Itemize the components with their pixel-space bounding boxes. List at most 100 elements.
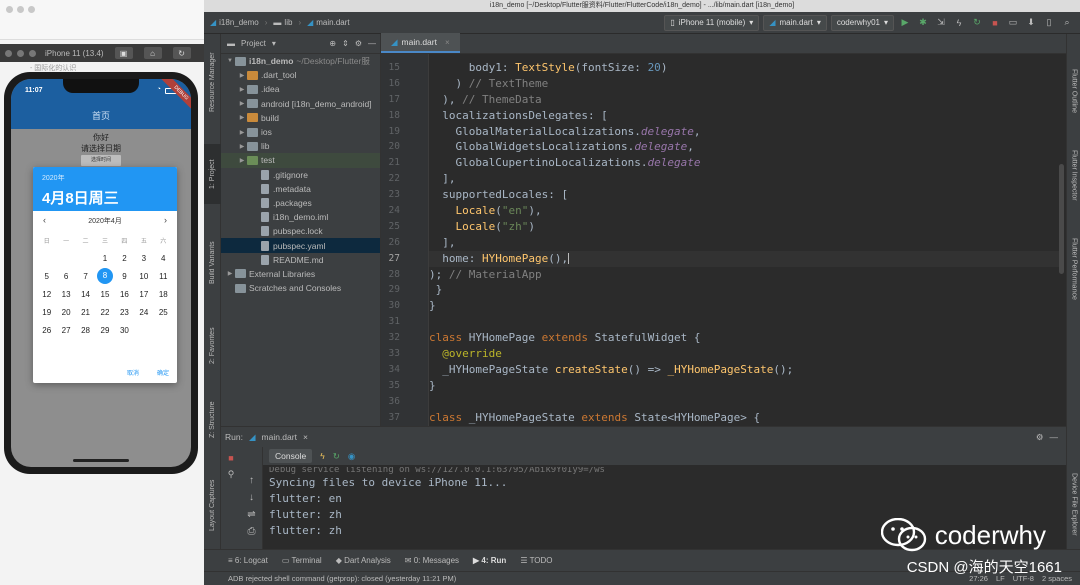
run-config-selector[interactable]: ◢ main.dart ▾ — [763, 14, 827, 31]
calendar-day[interactable]: 20 — [56, 308, 75, 317]
tree-item[interactable]: README.md — [221, 253, 380, 267]
tab-resource-manager[interactable]: Resource Manager — [204, 38, 221, 126]
calendar-day[interactable]: 14 — [76, 290, 95, 299]
calendar-day[interactable]: 6 — [56, 272, 75, 281]
debug-icon[interactable]: ✱ — [916, 16, 930, 30]
picker-year[interactable]: 2020年 — [42, 173, 168, 183]
gear-icon[interactable]: ⚙ — [1036, 432, 1044, 443]
bottom-tab[interactable]: ▭ Terminal — [282, 556, 322, 565]
screenshot-icon[interactable]: ▣ — [114, 47, 133, 59]
minimize-dot[interactable] — [17, 49, 24, 57]
chevron-right-icon[interactable]: ▶ — [237, 114, 247, 121]
tree-item[interactable]: ▶ build — [221, 111, 380, 125]
breadcrumb-file[interactable]: ◢ main.dart — [307, 18, 350, 27]
devtools-icon[interactable]: ◉ — [348, 451, 355, 462]
tab-favorites[interactable]: 2: Favorites — [204, 314, 221, 378]
cancel-button[interactable]: 取消 — [127, 368, 139, 377]
close-icon[interactable]: × — [445, 38, 450, 47]
tree-item[interactable]: ▶ ios — [221, 125, 380, 139]
calendar-day[interactable]: 22 — [95, 308, 114, 317]
calendar-day[interactable]: 29 — [95, 326, 114, 335]
home-icon[interactable]: ⌂ — [143, 47, 162, 59]
attach-icon[interactable]: ⇲ — [934, 16, 948, 30]
chevron-right-icon[interactable]: ▶ — [237, 129, 247, 136]
calendar-day[interactable]: 11 — [154, 272, 173, 281]
stop-icon[interactable]: ■ — [988, 16, 1002, 30]
close-dot[interactable] — [5, 49, 12, 57]
tree-item[interactable]: .packages — [221, 196, 380, 210]
chevron-right-icon[interactable]: ▶ — [237, 72, 247, 79]
zoom-dot[interactable] — [29, 49, 36, 57]
pin-icon[interactable]: ⚲ — [228, 469, 235, 480]
calendar-day[interactable]: 5 — [37, 272, 56, 281]
chevron-down-icon[interactable]: ▾ — [272, 39, 276, 48]
arrow-up-icon[interactable]: ↑ — [249, 475, 254, 486]
avd-manager-icon[interactable]: ▯ — [1042, 16, 1056, 30]
chevron-right-icon[interactable]: ▶ — [237, 100, 247, 107]
calendar-day[interactable]: 12 — [37, 290, 56, 299]
tree-item[interactable]: pubspec.lock — [221, 224, 380, 238]
gear-icon[interactable]: ⚙ — [355, 39, 362, 48]
tree-item[interactable]: i18n_demo.iml — [221, 210, 380, 224]
code-area[interactable]: body1: TextStyle(fontSize: 20) ) // Text… — [429, 54, 1059, 426]
device-selector[interactable]: ▯ iPhone 11 (mobile) ▾ — [664, 14, 760, 31]
tree-item[interactable]: .metadata — [221, 182, 380, 196]
tab-structure[interactable]: Z: Structure — [204, 390, 221, 450]
tab-main-dart[interactable]: ◢ main.dart × — [381, 33, 460, 53]
sdk-manager-icon[interactable]: ⬇ — [1024, 16, 1038, 30]
chevron-right-icon[interactable]: ▶ — [237, 157, 247, 164]
bottom-tab[interactable]: ☰ TODO — [520, 556, 552, 565]
hot-restart-icon[interactable]: ↻ — [970, 16, 984, 30]
chevron-right-icon[interactable]: ▶ — [225, 270, 235, 277]
calendar-day[interactable]: 30 — [115, 326, 134, 335]
tree-item[interactable]: ▼ i18n_demo ~/Desktop/Flutter服 — [221, 54, 380, 68]
calendar-day[interactable]: 27 — [56, 326, 75, 335]
tree-item[interactable]: pubspec.yaml — [221, 238, 380, 253]
hide-icon[interactable]: — — [1050, 432, 1059, 442]
tab-device-file-explorer[interactable]: Device File Explorer — [1067, 464, 1080, 544]
tab-layout-captures[interactable]: Layout Captures — [204, 468, 221, 542]
calendar-day[interactable]: 7 — [76, 272, 95, 281]
calendar-day[interactable]: 3 — [134, 254, 153, 263]
stop-icon[interactable]: ■ — [228, 453, 233, 463]
print-icon[interactable]: ⎙ — [248, 526, 256, 537]
hot-restart-icon[interactable]: ↻ — [333, 451, 340, 462]
calendar-day[interactable]: 16 — [115, 290, 134, 299]
calendar-day[interactable]: 24 — [134, 308, 153, 317]
editor-scrollbar[interactable] — [1059, 164, 1064, 274]
select-date-button[interactable]: 选择时间 — [81, 155, 121, 166]
breadcrumb-project[interactable]: ◢ i18n_demo — [210, 18, 259, 27]
chevron-down-icon[interactable]: ▼ — [225, 58, 235, 64]
calendar-day[interactable]: 1 — [95, 254, 114, 263]
tree-item[interactable]: ▶ lib — [221, 139, 380, 153]
chevron-right-icon[interactable]: › — [164, 215, 167, 225]
rotate-icon[interactable]: ↻ — [172, 47, 191, 59]
chevron-left-icon[interactable]: ‹ — [43, 215, 46, 225]
tab-flutter-performance[interactable]: Flutter Performance — [1067, 224, 1080, 314]
hide-icon[interactable]: — — [368, 39, 376, 48]
tree-item[interactable]: ▶ .idea — [221, 82, 380, 96]
calendar-day[interactable]: 10 — [134, 272, 153, 281]
breadcrumb-lib[interactable]: ▬ lib — [273, 18, 292, 27]
calendar-day[interactable]: 9 — [115, 272, 134, 281]
tab-build-variants[interactable]: Build Variants — [204, 230, 221, 296]
calendar-day[interactable]: 4 — [154, 254, 173, 263]
tree-item[interactable]: ▶ test — [221, 153, 380, 168]
chevron-right-icon[interactable]: ▶ — [237, 86, 247, 93]
tab-project[interactable]: 1: Project — [204, 144, 221, 204]
tab-flutter-inspector[interactable]: Flutter Inspector — [1067, 138, 1080, 212]
calendar-day[interactable]: 18 — [154, 290, 173, 299]
calendar-day[interactable]: 13 — [56, 290, 75, 299]
tree-item[interactable]: .gitignore — [221, 168, 380, 182]
bottom-tab[interactable]: ≡ 6: Logcat — [228, 556, 268, 565]
calendar-day[interactable]: 28 — [76, 326, 95, 335]
arrow-down-icon[interactable]: ↓ — [249, 492, 254, 503]
soft-wrap-icon[interactable]: ⇌ — [247, 509, 255, 520]
tree-item[interactable]: ▶ External Libraries — [221, 267, 380, 281]
close-icon[interactable]: × — [303, 432, 308, 442]
hot-reload-icon[interactable]: ϟ — [320, 451, 325, 461]
run-icon[interactable]: ▶ — [898, 16, 912, 30]
search-icon[interactable]: ⌕ — [1060, 16, 1074, 30]
project-view-selector[interactable]: Project — [241, 39, 266, 48]
calendar-day[interactable]: 25 — [154, 308, 173, 317]
